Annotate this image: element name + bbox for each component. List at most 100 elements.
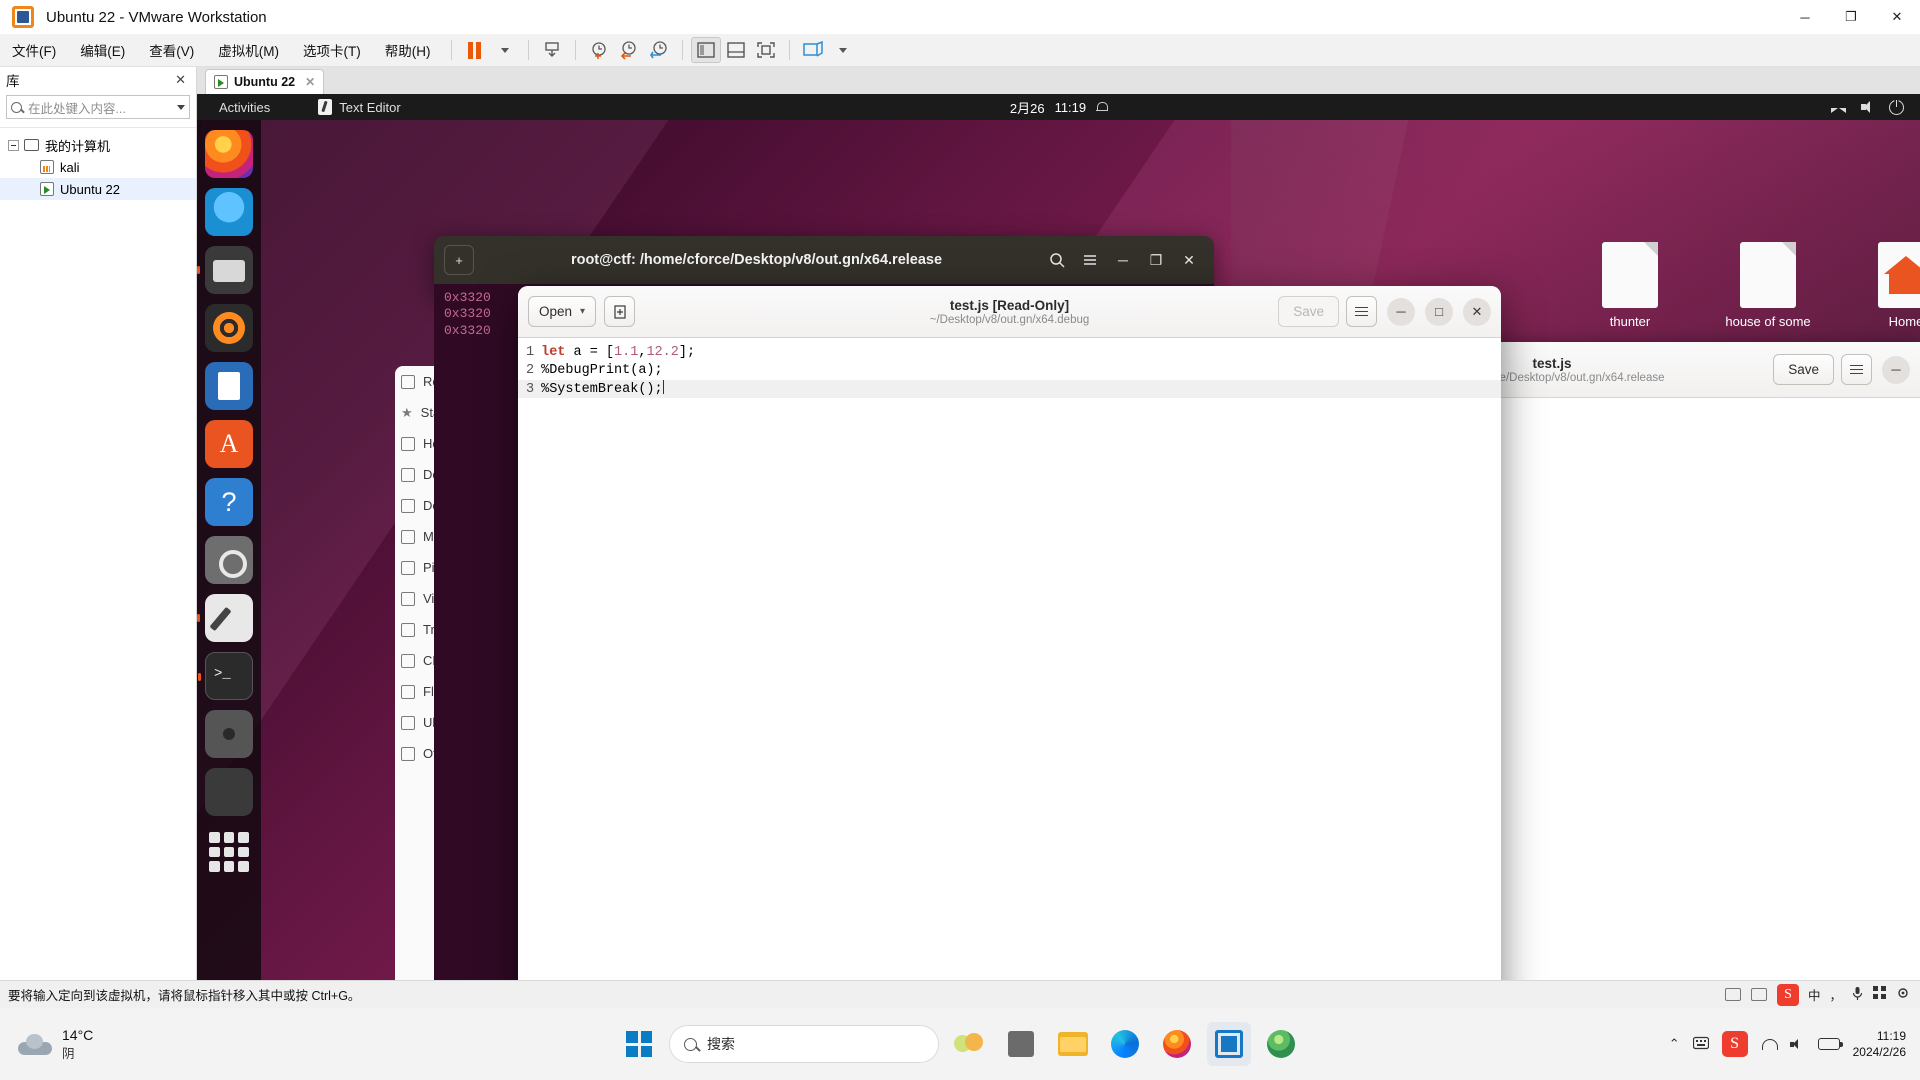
new-tab-icon[interactable]: + xyxy=(444,245,474,275)
dock-item-firefox[interactable] xyxy=(205,130,253,178)
screen: Ubuntu 22 - VMware Workstation ─ ❐ ✕ 文件(… xyxy=(0,0,1920,1080)
snapshot-manager-icon[interactable] xyxy=(644,37,674,63)
dock-item-ubuntu-software[interactable] xyxy=(205,420,253,468)
editor-close-button[interactable]: ✕ xyxy=(1463,297,1491,326)
cdrom-icon xyxy=(401,653,415,668)
app-grid-icon[interactable] xyxy=(209,832,249,872)
taskbar-app-browser[interactable] xyxy=(1259,1022,1303,1066)
library-close-icon[interactable]: ✕ xyxy=(171,72,190,88)
dock-item-disc[interactable] xyxy=(205,710,253,758)
collapse-icon[interactable] xyxy=(8,139,19,151)
dock-item-settings[interactable] xyxy=(205,536,253,584)
pause-icon[interactable] xyxy=(460,37,490,63)
menu-tabs[interactable]: 选项卡(T) xyxy=(293,36,371,64)
taskbar-app-edge[interactable] xyxy=(1103,1022,1147,1066)
vmware-status-text: 要将输入定向到该虚拟机，请将鼠标指针移入其中或按 Ctrl+G。 xyxy=(8,989,361,1003)
videos-icon xyxy=(401,591,415,606)
dock-item-rhythmbox[interactable] xyxy=(205,304,253,352)
menu-vm[interactable]: 虚拟机(M) xyxy=(208,36,289,64)
menu-edit[interactable]: 编辑(E) xyxy=(70,36,135,64)
gear-icon[interactable] xyxy=(1896,986,1910,1003)
gnome-clock[interactable]: 2月26 11:19 xyxy=(197,98,1920,117)
network-icon[interactable] xyxy=(1761,1038,1778,1050)
dock-item-help[interactable] xyxy=(205,478,253,526)
show-library-icon[interactable] xyxy=(690,37,721,63)
ime-tray: S 中 ， xyxy=(1776,983,1910,1006)
close-icon[interactable]: ✕ xyxy=(305,75,315,89)
close-button[interactable]: ✕ xyxy=(1874,0,1920,34)
desktop-icon-home[interactable]: Home xyxy=(1851,242,1920,329)
desktop-icon-thunter[interactable]: thunter xyxy=(1575,242,1685,329)
guest-screen: Activities Text Editor 2月26 11:19 thunte… xyxy=(197,94,1920,980)
show-console-view-icon[interactable] xyxy=(721,37,751,63)
beans-icon xyxy=(954,1032,984,1056)
taskbar-app-firefox[interactable] xyxy=(1155,1022,1199,1066)
editor-minimize-button[interactable]: ─ xyxy=(1387,297,1415,326)
dock-item-trash[interactable] xyxy=(205,768,253,816)
vm-tab-label: Ubuntu 22 xyxy=(234,75,296,89)
dock-item-libreoffice-writer[interactable] xyxy=(205,362,253,410)
usb-icon[interactable] xyxy=(1750,988,1767,1001)
taskbar-app-file-explorer[interactable] xyxy=(1051,1022,1095,1066)
vm-tab-ubuntu22[interactable]: Ubuntu 22 ✕ xyxy=(205,69,325,94)
taskbar-center: 搜索 xyxy=(0,1022,1920,1066)
menu-view[interactable]: 查看(V) xyxy=(139,36,204,64)
dock-item-thunderbird[interactable] xyxy=(205,188,253,236)
editor2-minimize-button[interactable]: ─ xyxy=(1882,355,1910,384)
desktop-icon-label: thunter xyxy=(1609,314,1651,329)
star-icon: ★ xyxy=(401,404,413,420)
volume-icon[interactable] xyxy=(1789,1038,1805,1051)
unity-caret-icon[interactable] xyxy=(828,37,858,63)
dropdown-caret-icon[interactable] xyxy=(490,37,520,63)
trash-icon xyxy=(401,622,415,637)
hamburger-icon[interactable] xyxy=(1841,354,1872,385)
hamburger-icon[interactable] xyxy=(1346,296,1377,327)
minimize-button[interactable]: ─ xyxy=(1782,0,1828,34)
fullscreen-icon[interactable] xyxy=(751,37,781,63)
grid-icon[interactable] xyxy=(1873,986,1887,1003)
terminal-headerbar: + root@ctf: /home/cforce/Desktop/v8/out.… xyxy=(434,236,1214,284)
battery-icon[interactable] xyxy=(1817,1038,1843,1050)
window-title: Ubuntu 22 - VMware Workstation xyxy=(46,8,267,26)
open-button[interactable]: Open ▾ xyxy=(528,296,597,327)
hamburger-icon[interactable] xyxy=(1075,245,1105,275)
sogou-icon[interactable]: S xyxy=(1776,983,1799,1006)
search-icon[interactable] xyxy=(1042,245,1072,275)
editor-maximize-button[interactable]: □ xyxy=(1425,297,1453,326)
save-button[interactable]: Save xyxy=(1278,296,1339,327)
terminal-minimize-button[interactable]: ─ xyxy=(1108,245,1138,275)
menu-help[interactable]: 帮助(H) xyxy=(375,36,441,64)
desktop-icon-house-of-some[interactable]: house of some xyxy=(1713,242,1823,329)
windows-start-icon[interactable] xyxy=(617,1022,661,1066)
chevron-down-icon[interactable] xyxy=(177,104,185,110)
library-search-input[interactable]: 在此处键入内容... xyxy=(6,95,190,119)
tree-item-ubuntu22[interactable]: Ubuntu 22 xyxy=(0,178,196,200)
ime-punctuation[interactable]: ， xyxy=(1829,985,1842,1004)
dock-item-terminal[interactable] xyxy=(198,652,253,700)
taskbar-app-widgets[interactable] xyxy=(999,1022,1043,1066)
maximize-button[interactable]: ❐ xyxy=(1828,0,1874,34)
pictures-icon xyxy=(401,560,415,575)
mic-icon[interactable] xyxy=(1851,986,1864,1004)
dock-item-text-editor[interactable] xyxy=(197,594,253,642)
display-icon[interactable] xyxy=(1724,988,1741,1001)
tree-item-kali[interactable]: kali xyxy=(0,156,196,178)
unity-mode-icon[interactable] xyxy=(798,37,828,63)
menu-file[interactable]: 文件(F) xyxy=(2,36,66,64)
terminal-maximize-button[interactable]: ❐ xyxy=(1141,245,1171,275)
terminal-close-button[interactable]: ✕ xyxy=(1174,245,1204,275)
dock-item-files[interactable] xyxy=(197,246,253,294)
power-down-icon[interactable] xyxy=(537,37,567,63)
tree-item-my-computer[interactable]: 我的计算机 xyxy=(0,134,196,156)
snapshot-revert-icon[interactable] xyxy=(614,37,644,63)
editor-text-area[interactable]: 1 let a = [1.1,12.2]; 2 %DebugPrint(a); 3%… xyxy=(518,338,1501,980)
taskbar-search-input[interactable]: 搜索 xyxy=(669,1025,939,1063)
documents-icon xyxy=(401,467,415,482)
taskbar-app-vmware[interactable] xyxy=(1207,1022,1251,1066)
gnome-system-menu[interactable] xyxy=(1831,99,1904,115)
library-title: 库 xyxy=(6,74,20,89)
ime-mode[interactable]: 中 xyxy=(1808,985,1821,1004)
taskbar-app-beans[interactable] xyxy=(947,1022,991,1066)
snapshot-take-icon[interactable] xyxy=(584,37,614,63)
new-document-icon[interactable] xyxy=(604,296,636,327)
